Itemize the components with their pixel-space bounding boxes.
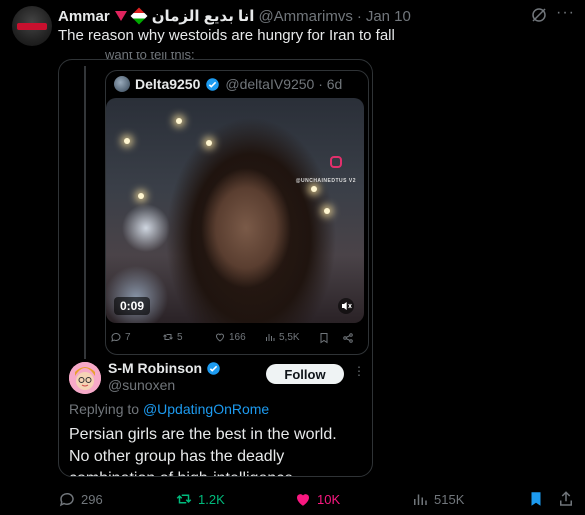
tweet-action-bar: 296 1.2K 10K 515K xyxy=(0,486,585,512)
reply-author-header: S-M Robinson xyxy=(108,360,221,376)
inner-like-button[interactable]: 166 xyxy=(214,331,246,343)
view-count: 515K xyxy=(434,491,465,507)
inner-repost-button[interactable]: 5 xyxy=(162,331,183,343)
author-arabic-name[interactable]: انا بديع الزمان xyxy=(152,7,255,25)
video-duration: 0:09 xyxy=(114,297,151,315)
replying-to-line: Replying to @UpdatingOnRome xyxy=(69,401,269,417)
inner-repost-count: 5 xyxy=(177,331,183,343)
author-avatar[interactable] xyxy=(12,6,52,46)
reply-icon xyxy=(111,332,121,342)
video-watermark: @UNCHAINEDTUS V2 xyxy=(295,178,356,184)
more-icon[interactable]: ··· xyxy=(556,4,576,24)
bokeh-light xyxy=(206,140,212,146)
bokeh-light xyxy=(324,208,330,214)
inner-action-bar: 7 5 166 5,5K xyxy=(110,331,360,347)
reply-more-icon[interactable]: ⋮ xyxy=(353,364,365,378)
inner-display-name[interactable]: Delta9250 xyxy=(135,76,200,92)
bookmark-icon[interactable] xyxy=(318,332,330,344)
kite-emoji-icon xyxy=(130,7,148,25)
grok-icon[interactable] xyxy=(530,6,548,24)
heart-filled-icon xyxy=(297,494,309,506)
thread-line xyxy=(84,66,86,359)
repost-icon xyxy=(163,334,173,340)
share-icon[interactable] xyxy=(557,490,575,508)
quoted-cut-text: want to tell this: xyxy=(105,52,195,62)
separator: · xyxy=(356,7,362,25)
reply-icon xyxy=(59,492,74,507)
repost-count: 1.2K xyxy=(198,491,225,507)
cartoon-face-icon xyxy=(69,362,101,394)
bokeh-light xyxy=(176,118,182,124)
inner-reply-count: 7 xyxy=(125,331,131,343)
inner-reply-button[interactable]: 7 xyxy=(110,331,131,343)
replying-prefix: Replying to xyxy=(69,401,140,417)
replying-mention[interactable]: @UpdatingOnRome xyxy=(143,401,269,417)
reply-count: 296 xyxy=(81,491,103,507)
reply-handle[interactable]: @sunoxen xyxy=(108,377,175,393)
inner-avatar[interactable] xyxy=(114,76,130,92)
inner-views-button[interactable]: 5,5K xyxy=(264,331,300,343)
verified-icon xyxy=(206,77,220,91)
inner-like-count: 166 xyxy=(229,331,246,343)
author-handle[interactable]: @Ammarimvs xyxy=(258,8,352,25)
bookmark-filled-icon[interactable] xyxy=(527,490,545,508)
bokeh-light xyxy=(124,138,130,144)
reply-author-avatar[interactable] xyxy=(69,362,101,394)
repost-button[interactable]: 1.2K xyxy=(175,490,225,508)
inner-view-count: 5,5K xyxy=(279,331,300,343)
like-button[interactable]: 10K xyxy=(294,490,340,508)
reply-text: Persian girls are the best in the world.… xyxy=(69,426,337,476)
share-icon[interactable] xyxy=(342,332,354,344)
reply-display-name[interactable]: S-M Robinson xyxy=(108,360,202,376)
author-display-name[interactable]: Ammar xyxy=(58,8,110,25)
instagram-icon xyxy=(330,156,342,168)
bokeh-light xyxy=(138,193,144,199)
avatar-badge xyxy=(17,23,47,30)
reply-button[interactable]: 296 xyxy=(58,490,103,508)
like-count: 10K xyxy=(317,491,341,507)
tweet-date[interactable]: Jan 10 xyxy=(366,8,411,25)
inner-post-header: Delta9250 @deltaIV9250 · 6d xyxy=(114,76,342,92)
repost-icon xyxy=(176,494,192,504)
heart-icon xyxy=(215,333,225,342)
views-icon xyxy=(266,334,275,341)
inner-handle[interactable]: @deltaIV9250 · 6d xyxy=(225,76,342,92)
follow-button[interactable]: Follow xyxy=(266,364,344,384)
bokeh-light xyxy=(311,186,317,192)
tweet-header: Ammar انا بديع الزمان @Ammarimvs · Jan 1… xyxy=(58,6,411,26)
tweet-text: The reason why westoids are hungry for I… xyxy=(58,27,395,44)
mute-icon[interactable] xyxy=(338,298,354,314)
verified-icon xyxy=(207,361,220,375)
video-player[interactable]: @UNCHAINEDTUS V2 0:09 xyxy=(106,98,364,323)
heart-flag-icon xyxy=(114,11,127,21)
views-icon xyxy=(414,494,427,505)
views-button[interactable]: 515K xyxy=(411,490,464,508)
